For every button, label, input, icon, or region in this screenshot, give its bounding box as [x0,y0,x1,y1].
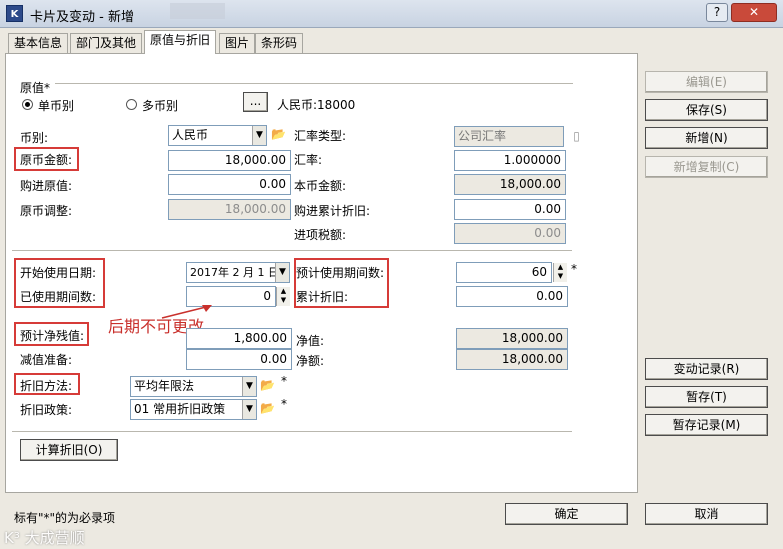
app-icon: K [6,5,23,22]
tab-picture[interactable]: 图片 [219,33,256,53]
lookup-icon: ▯ [573,129,580,143]
required-mark: * [571,262,577,276]
currency-select[interactable]: 人民币 ▼ [168,125,267,146]
required-mark: * [281,374,287,388]
depr-method-label: 折旧方法: [20,379,73,393]
input-tax-value: 0.00 [454,223,566,244]
close-button[interactable]: ✕ [731,3,777,22]
expected-periods-label: 预计使用期间数: [296,266,385,280]
start-date-value: 2017年 2 月 1 日 [190,266,279,279]
required-mark: * [281,397,287,411]
radio-multi-currency[interactable] [126,99,137,110]
help-button[interactable]: ? [706,3,728,22]
radio-single-currency[interactable] [22,99,33,110]
tab-department[interactable]: 部门及其他 [70,33,143,53]
currency-value: 人民币 [172,128,209,142]
residual-label: 预计净残值: [20,329,85,343]
section-heading-original-value: 原值* [20,81,51,95]
multi-currency-detail-button[interactable]: ... [243,92,268,112]
net-amount-label: 净额: [296,354,325,368]
rate-label: 汇率: [294,153,323,167]
multi-currency-label: 多币别 [142,99,179,113]
required-note: 标有"*"的为必录项 [14,511,116,525]
expected-periods-input[interactable]: 60 [456,262,552,283]
start-date-picker[interactable]: 2017年 2 月 1 日 ▼ [186,262,290,283]
impairment-input[interactable]: 0.00 [186,349,292,370]
chevron-down-icon[interactable]: ▼ [252,126,266,145]
folder-open-icon[interactable]: 📂 [259,377,276,394]
change-log-button[interactable]: 变动记录(R) [645,358,768,380]
chevron-down-icon[interactable]: ▼ [242,400,256,419]
divider [12,431,572,433]
accum-depr-label: 累计折旧: [296,290,349,304]
currency-summary: 人民币:18000 [277,98,356,112]
rate-type-label: 汇率类型: [294,129,347,143]
impairment-label: 减值准备: [20,353,73,367]
depr-policy-select[interactable]: 01 常用折旧政策 ▼ [130,399,257,420]
new-button[interactable]: 新增(N) [645,127,768,149]
blurred-title-area [170,3,225,19]
depr-policy-label: 折旧政策: [20,403,73,417]
depr-method-value: 平均年限法 [134,379,195,393]
chevron-down-icon[interactable]: ▼ [242,377,256,396]
used-periods-stepper[interactable]: ▲ ▼ [276,287,290,306]
net-value-label: 净值: [296,334,325,348]
currency-label: 币别: [20,131,49,145]
local-amount-value: 18,000.00 [454,174,566,195]
hold-log-button[interactable]: 暂存记录(M) [645,414,768,436]
purchase-depr-label: 购进累计折旧: [294,204,371,218]
tab-barcode[interactable]: 条形码 [255,33,304,53]
divider [12,250,572,252]
local-amount-label: 本币金额: [294,179,347,193]
orig-amount-label: 原币金额: [20,153,73,167]
depr-method-select[interactable]: 平均年限法 ▼ [130,376,257,397]
rate-type-input: 公司汇率 [454,126,564,147]
watermark: K³ 大成营顺 [4,529,85,547]
rate-input[interactable]: 1.000000 [454,150,566,171]
folder-open-icon[interactable]: 📂 [259,400,276,417]
net-value: 18,000.00 [456,328,568,349]
window-title: 卡片及变动 - 新增 [30,10,134,25]
purchase-depr-input[interactable]: 0.00 [454,199,566,220]
accum-depr-input[interactable]: 0.00 [456,286,568,307]
purchase-value-input[interactable]: 0.00 [168,174,291,195]
save-button[interactable]: 保存(S) [645,99,768,121]
start-date-label: 开始使用日期: [20,266,97,280]
chevron-down-icon[interactable]: ▼ [275,263,289,282]
hold-button[interactable]: 暂存(T) [645,386,768,408]
expected-periods-stepper[interactable]: ▲ ▼ [553,263,567,282]
annotation-arrow-icon [161,305,212,319]
tab-value-depreciation[interactable]: 原值与折旧 [144,30,217,54]
orig-amount-input[interactable]: 18,000.00 [168,150,291,171]
orig-adjust-input: 18,000.00 [168,199,291,220]
folder-open-icon[interactable]: 📂 [270,126,287,143]
new-copy-button[interactable]: 新增复制(C) [645,156,768,178]
residual-input[interactable]: 1,800.00 [186,328,292,349]
cancel-button[interactable]: 取消 [645,503,768,525]
used-periods-label: 已使用期间数: [20,290,97,304]
tab-basic-info[interactable]: 基本信息 [8,33,69,53]
depr-policy-name: 常用折旧政策 [153,402,226,416]
divider [55,83,573,85]
orig-adjust-label: 原币调整: [20,204,73,218]
single-currency-label: 单币别 [38,99,75,113]
purchase-value-label: 购进原值: [20,179,73,193]
input-tax-label: 进项税额: [294,228,347,242]
calc-depreciation-button[interactable]: 计算折旧(O) [20,439,118,461]
ok-button[interactable]: 确定 [505,503,628,525]
net-amount: 18,000.00 [456,349,568,370]
edit-button[interactable]: 编辑(E) [645,71,768,93]
depr-policy-code: 01 [134,402,150,416]
